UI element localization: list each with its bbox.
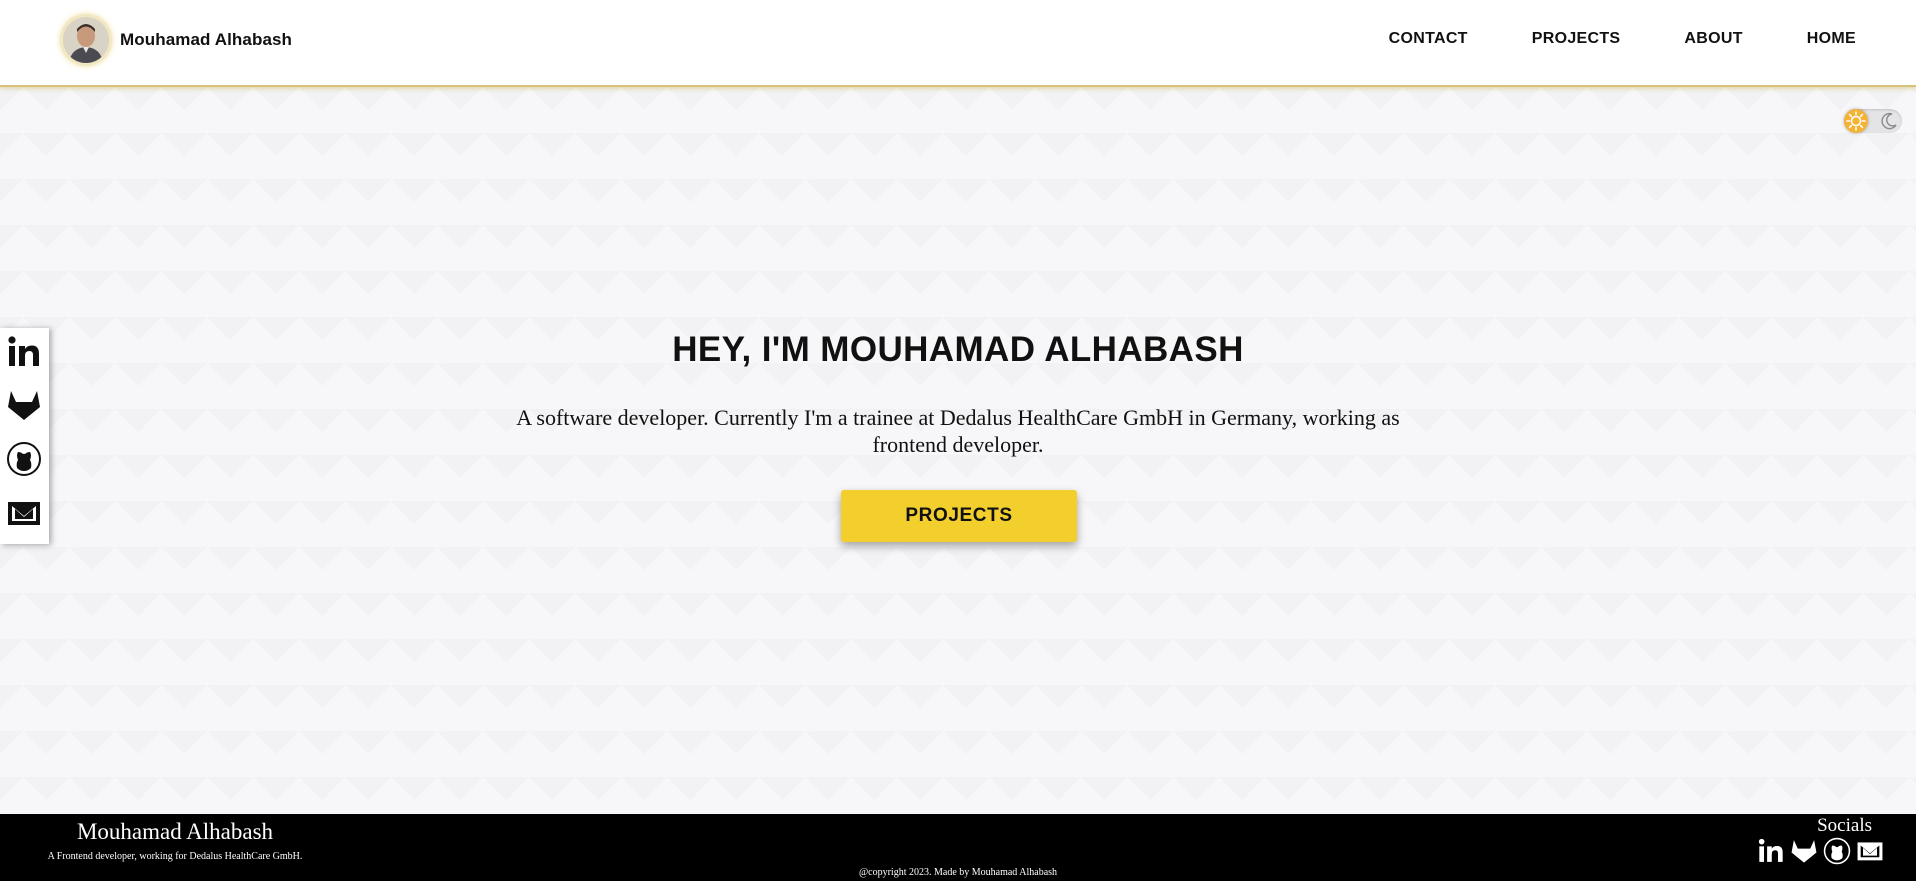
footer-tagline: A Frontend developer, working for Dedalu… — [47, 851, 303, 862]
brand[interactable]: Mouhamad Alhabash — [60, 11, 292, 69]
footer-copyright: @copyright 2023. Made by Mouhamad Alhaba… — [858, 867, 1058, 878]
nav-projects[interactable]: PROJECTS — [1532, 30, 1621, 48]
github-icon[interactable] — [6, 441, 42, 477]
side-social-bar — [0, 328, 49, 544]
gitlab-icon[interactable] — [6, 387, 42, 423]
moon-icon — [1880, 112, 1898, 130]
projects-button[interactable]: PROJECTS — [841, 490, 1077, 542]
avatar-portrait-icon — [63, 17, 109, 63]
nav-contact[interactable]: CONTACT — [1389, 30, 1468, 48]
linkedin-icon[interactable] — [6, 334, 42, 370]
footer-socials — [1752, 837, 1884, 865]
brand-name: Mouhamad Alhabash — [120, 30, 293, 49]
hero-description: A software developer. Currently I'm a tr… — [516, 405, 1400, 457]
hero-section: HEY, I'M MOUHAMAD ALHABASH A software de… — [0, 87, 1916, 814]
site-footer: Mouhamad Alhabash A Frontend developer, … — [0, 814, 1916, 881]
github-icon[interactable] — [1823, 837, 1851, 865]
linkedin-icon[interactable] — [1757, 837, 1785, 865]
site-header: Mouhamad Alhabash CONTACT PROJECTS ABOUT… — [0, 0, 1916, 87]
nav-home[interactable]: HOME — [1807, 30, 1856, 48]
footer-name: Mouhamad Alhabash — [76, 819, 274, 844]
gitlab-icon[interactable] — [1790, 837, 1818, 865]
main-nav: CONTACT PROJECTS ABOUT HOME — [1389, 30, 1856, 48]
nav-about[interactable]: ABOUT — [1684, 30, 1742, 48]
footer-socials-title: Socials — [1817, 815, 1872, 836]
hero-title: HEY, I'M MOUHAMAD ALHABASH — [672, 330, 1244, 369]
mail-icon[interactable] — [6, 495, 42, 531]
avatar — [60, 14, 112, 66]
theme-toggle[interactable] — [1844, 109, 1902, 133]
sun-icon — [1844, 109, 1868, 133]
mail-icon[interactable] — [1856, 837, 1884, 865]
